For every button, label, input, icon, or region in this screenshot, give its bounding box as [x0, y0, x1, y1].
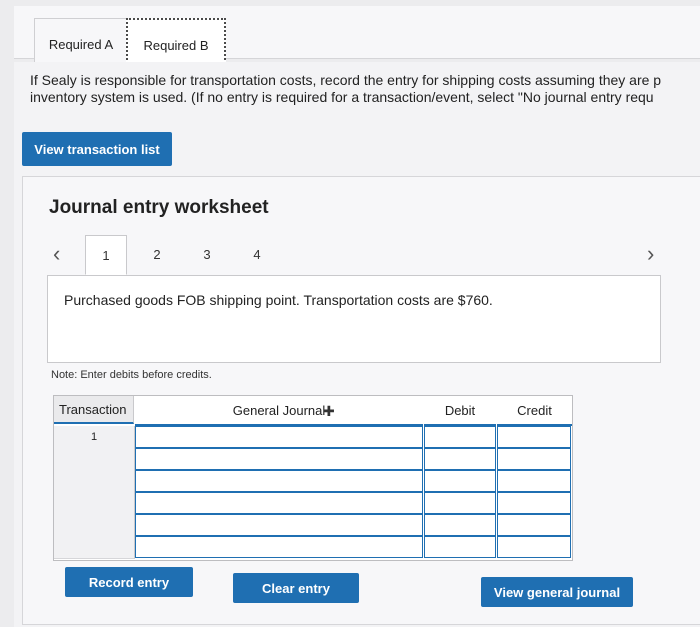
question-panel: If Sealy is responsible for transportati… — [14, 62, 700, 627]
header-credit: Credit — [497, 396, 572, 426]
account-select[interactable] — [135, 514, 423, 536]
page-2[interactable]: 2 — [137, 235, 177, 273]
instruction-line-1: If Sealy is responsible for transportati… — [30, 72, 662, 88]
account-select[interactable] — [135, 470, 423, 492]
credit-input[interactable] — [497, 448, 571, 470]
page-1[interactable]: 1 — [85, 235, 127, 275]
cursor-crosshair-icon: ✚ — [323, 403, 335, 419]
record-entry-button[interactable]: Record entry — [65, 567, 193, 597]
header-transaction: Transaction — [54, 396, 134, 424]
header-general-journal: General Journal — [135, 396, 423, 426]
credit-input[interactable] — [497, 426, 571, 448]
transaction-description-box: Purchased goods FOB shipping point. Tran… — [47, 275, 661, 363]
debit-input[interactable] — [424, 536, 496, 558]
account-select[interactable] — [135, 448, 423, 470]
instruction-line-2: inventory system is used. (If no entry i… — [30, 89, 654, 105]
note-text: Note: Enter debits before credits. — [51, 369, 212, 381]
debit-input[interactable] — [424, 470, 496, 492]
transaction-cell — [54, 448, 135, 471]
account-select[interactable] — [135, 492, 423, 514]
debit-input[interactable] — [424, 426, 496, 448]
journal-entry-worksheet: Journal entry worksheet ‹ 1 2 3 4 › Purc… — [22, 176, 700, 625]
view-general-journal-button[interactable]: View general journal — [481, 577, 633, 607]
transaction-cell — [54, 470, 135, 493]
chevron-left-icon[interactable]: ‹ — [53, 241, 60, 267]
table-row: 1 — [54, 426, 572, 449]
credit-input[interactable] — [497, 470, 571, 492]
instruction-text: If Sealy is responsible for transportati… — [30, 72, 700, 106]
table-row — [54, 492, 572, 515]
transaction-cell — [54, 514, 135, 537]
chevron-right-icon[interactable]: › — [647, 241, 654, 267]
journal-table: Transaction General Journal Debit Credit… — [53, 395, 573, 561]
account-select[interactable] — [135, 536, 423, 558]
credit-input[interactable] — [497, 536, 571, 558]
transaction-cell — [54, 536, 135, 559]
account-select[interactable] — [135, 426, 423, 448]
view-transaction-list-button[interactable]: View transaction list — [22, 132, 172, 166]
table-row — [54, 448, 572, 471]
credit-input[interactable] — [497, 514, 571, 536]
header-debit: Debit — [424, 396, 496, 426]
transaction-cell — [54, 492, 135, 515]
table-row — [54, 514, 572, 537]
clear-entry-button[interactable]: Clear entry — [233, 573, 359, 603]
debit-input[interactable] — [424, 514, 496, 536]
table-row — [54, 470, 572, 493]
debit-input[interactable] — [424, 448, 496, 470]
page-4[interactable]: 4 — [237, 235, 277, 273]
transaction-description: Purchased goods FOB shipping point. Tran… — [64, 292, 493, 308]
worksheet-pager: ‹ 1 2 3 4 › — [47, 235, 687, 275]
debit-input[interactable] — [424, 492, 496, 514]
worksheet-title: Journal entry worksheet — [49, 197, 269, 218]
page-3[interactable]: 3 — [187, 235, 227, 273]
page: Required A Required B If Sealy is respon… — [0, 0, 700, 627]
transaction-cell: 1 — [54, 426, 135, 449]
credit-input[interactable] — [497, 492, 571, 514]
table-row — [54, 536, 572, 559]
tab-bar: Required A Required B — [14, 6, 700, 72]
